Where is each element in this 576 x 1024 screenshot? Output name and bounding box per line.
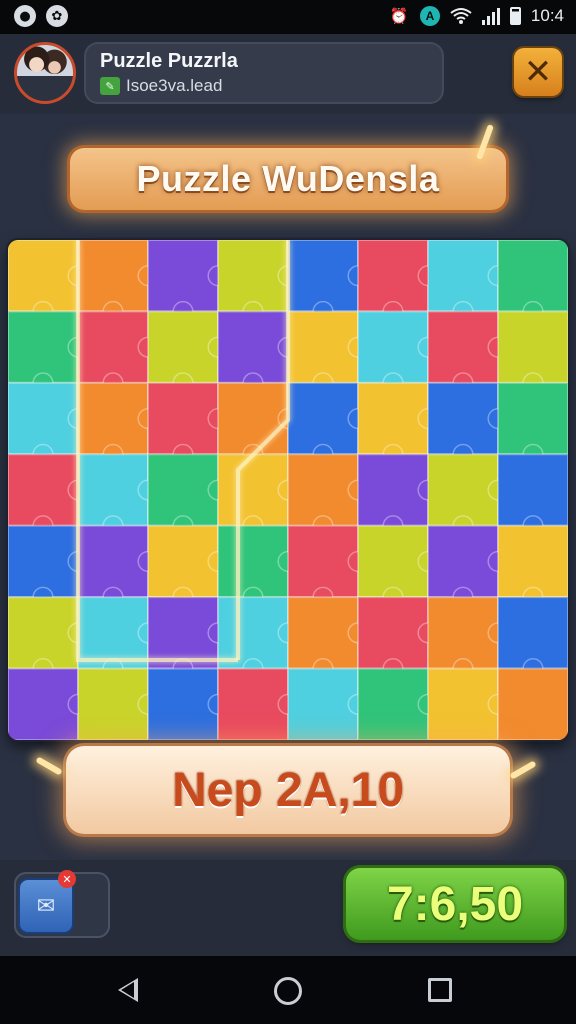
close-icon: ✕ <box>523 52 553 92</box>
puzzle-piece[interactable] <box>287 381 369 465</box>
puzzle-piece[interactable] <box>427 596 509 680</box>
back-icon[interactable] <box>118 978 138 1002</box>
puzzle-piece[interactable] <box>77 524 159 608</box>
moves-plate: Nep 2A,10 <box>66 746 510 834</box>
puzzle-piece[interactable] <box>77 667 159 740</box>
puzzle-piece[interactable] <box>497 453 568 537</box>
puzzle-piece[interactable] <box>147 240 229 322</box>
puzzle-piece[interactable] <box>8 667 89 740</box>
title-plate: Puzzle WuDensla <box>70 148 506 210</box>
puzzle-piece[interactable] <box>287 310 369 394</box>
puzzle-piece[interactable] <box>357 381 439 465</box>
player-avatar[interactable] <box>14 42 76 104</box>
puzzle-piece[interactable] <box>8 453 89 537</box>
alert-badge-icon: ✕ <box>58 870 76 888</box>
puzzle-piece[interactable] <box>357 596 439 680</box>
puzzle-piece[interactable] <box>77 240 159 322</box>
record-icon: ● <box>14 5 36 27</box>
puzzle-piece[interactable] <box>287 596 369 680</box>
alarm-icon: ⏰ <box>389 8 409 25</box>
puzzle-piece[interactable] <box>147 453 229 537</box>
puzzle-piece[interactable] <box>8 524 89 608</box>
clock: 10:4 <box>530 6 564 25</box>
puzzle-piece[interactable] <box>287 240 369 322</box>
puzzle-piece[interactable] <box>427 310 509 394</box>
wifi-icon <box>450 5 472 27</box>
puzzle-piece[interactable] <box>357 310 439 394</box>
puzzle-piece[interactable] <box>357 240 439 322</box>
puzzle-piece[interactable] <box>217 596 299 680</box>
puzzle-piece[interactable] <box>147 667 229 740</box>
puzzle-title: Puzzle WuDensla <box>136 158 440 199</box>
player-panel[interactable]: Puzzle Puzzrla ✎ Isoe3va.lead <box>84 42 444 104</box>
teal-app-icon: A <box>419 6 440 26</box>
recents-icon[interactable] <box>428 978 452 1002</box>
game-header: Puzzle Puzzrla ✎ Isoe3va.lead ✕ <box>0 34 576 114</box>
signal-icon <box>481 7 500 25</box>
puzzle-piece[interactable] <box>427 381 509 465</box>
close-button[interactable]: ✕ <box>514 48 562 96</box>
puzzle-piece[interactable] <box>77 381 159 465</box>
puzzle-piece[interactable] <box>497 310 568 394</box>
puzzle-piece[interactable] <box>217 240 299 322</box>
puzzle-piece[interactable] <box>8 310 89 394</box>
player-name: Puzzle Puzzrla <box>100 50 238 72</box>
sparkle-icon <box>35 756 63 776</box>
puzzle-piece[interactable] <box>287 667 369 740</box>
puzzle-piece[interactable] <box>8 596 89 680</box>
navigation-bar <box>0 956 576 1024</box>
level-text: Isoe3va.lead <box>126 76 223 95</box>
puzzle-piece[interactable] <box>287 453 369 537</box>
puzzle-piece[interactable] <box>497 381 568 465</box>
puzzle-piece[interactable] <box>8 240 89 322</box>
score-panel[interactable]: 7:6,50 <box>346 868 564 940</box>
badge-icon: ✎ <box>100 77 120 95</box>
puzzle-piece[interactable] <box>77 596 159 680</box>
puzzle-piece[interactable] <box>147 596 229 680</box>
level-row: ✎ Isoe3va.lead <box>100 76 222 96</box>
status-bar: ● ✿ ⏰ A 10:4 <box>0 0 576 34</box>
settings-cluster-icon: ✿ <box>46 5 68 27</box>
puzzle-piece[interactable] <box>147 381 229 465</box>
puzzle-piece[interactable] <box>497 667 568 740</box>
puzzle-board[interactable] <box>8 240 568 740</box>
home-icon[interactable] <box>274 977 302 1005</box>
puzzle-piece[interactable] <box>77 453 159 537</box>
puzzle-piece[interactable] <box>217 667 299 740</box>
puzzle-piece[interactable] <box>217 524 299 608</box>
sparkle-icon <box>509 760 537 780</box>
status-left-icons: ● ✿ <box>14 5 68 27</box>
puzzle-piece[interactable] <box>77 310 159 394</box>
battery-icon <box>509 7 521 25</box>
puzzle-piece[interactable] <box>427 240 509 322</box>
puzzle-piece[interactable] <box>147 310 229 394</box>
puzzle-piece[interactable] <box>8 381 89 465</box>
puzzle-piece[interactable] <box>357 453 439 537</box>
score-value: 7:6,50 <box>386 877 524 931</box>
puzzle-piece[interactable] <box>217 310 299 394</box>
puzzle-piece[interactable] <box>217 453 299 537</box>
puzzle-piece[interactable] <box>497 524 568 608</box>
puzzle-piece[interactable] <box>147 524 229 608</box>
puzzle-piece[interactable] <box>357 667 439 740</box>
bottom-bar: ✉ ✕ 7:6,50 <box>0 860 576 956</box>
puzzle-piece[interactable] <box>427 667 509 740</box>
status-right-icons: ⏰ A 10:4 <box>388 5 564 27</box>
puzzle-piece[interactable] <box>287 524 369 608</box>
puzzle-piece[interactable] <box>427 453 509 537</box>
puzzle-grid[interactable] <box>8 240 568 740</box>
message-button[interactable]: ✉ ✕ <box>14 870 110 938</box>
puzzle-piece[interactable] <box>497 240 568 322</box>
moves-counter: Nep 2A,10 <box>171 763 405 817</box>
puzzle-piece[interactable] <box>427 524 509 608</box>
puzzle-piece[interactable] <box>497 596 568 680</box>
puzzle-piece[interactable] <box>357 524 439 608</box>
